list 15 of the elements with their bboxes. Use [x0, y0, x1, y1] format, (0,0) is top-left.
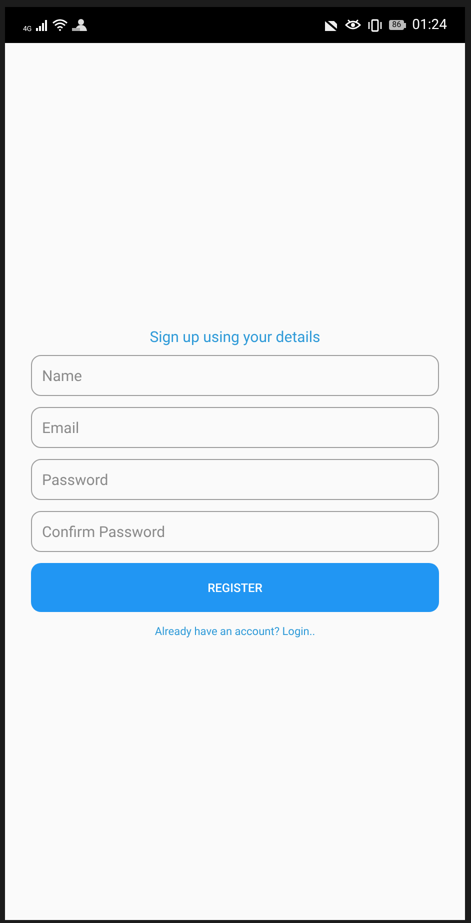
- form-title: Sign up using your details: [150, 327, 320, 347]
- eye-icon: [345, 19, 362, 31]
- register-button[interactable]: REGISTER: [31, 563, 439, 612]
- input-field[interactable]: Confirm Password: [31, 511, 439, 552]
- input-field[interactable]: Password: [31, 459, 439, 500]
- battery-icon: 86: [389, 20, 406, 30]
- login-link[interactable]: Already have an account? Login..: [154, 624, 316, 640]
- input-field[interactable]: Email: [31, 407, 439, 448]
- clock-time: 01:24: [412, 18, 447, 32]
- wifi-icon: [52, 19, 68, 31]
- person-icon: [72, 18, 88, 32]
- signal-icon: [36, 20, 48, 30]
- vibrate-icon: [367, 18, 384, 32]
- no-sim-icon: [323, 18, 340, 32]
- input-field[interactable]: Name: [31, 355, 439, 396]
